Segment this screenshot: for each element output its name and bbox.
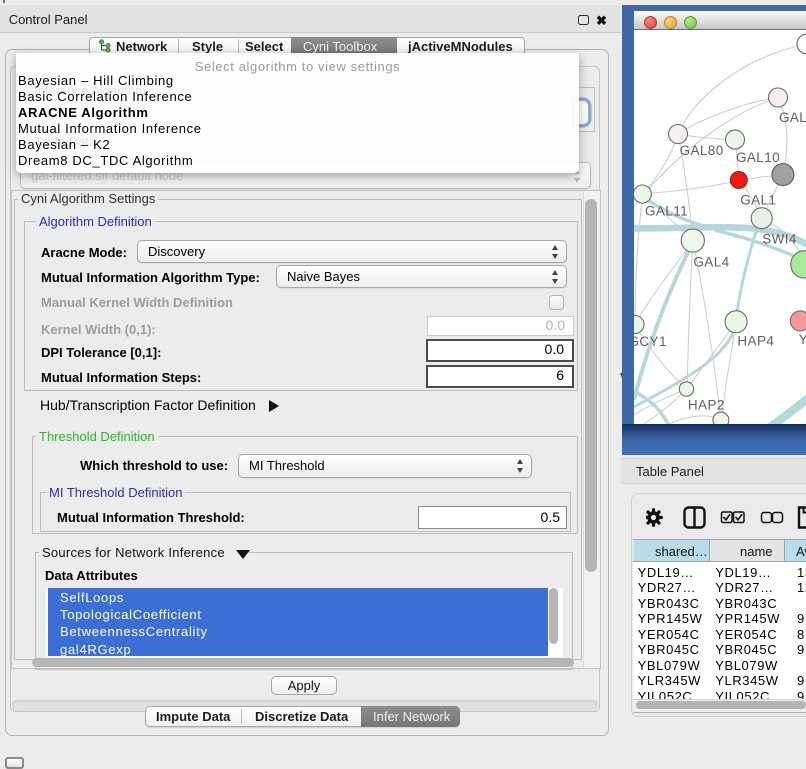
svg-text:GAL11: GAL11 — [645, 204, 688, 219]
svg-text:GAL7: GAL7 — [779, 110, 806, 125]
svg-text:Y: Y — [799, 332, 806, 347]
svg-text:GAL10: GAL10 — [736, 150, 780, 165]
svg-text:GCY1: GCY1 — [634, 334, 667, 349]
svg-text:HAP4: HAP4 — [737, 334, 774, 349]
svg-text:SWI4: SWI4 — [762, 231, 797, 246]
svg-text:GAL1: GAL1 — [740, 193, 776, 208]
svg-text:GAL4: GAL4 — [693, 255, 729, 270]
svg-text:GAL80: GAL80 — [680, 143, 724, 158]
svg-text:HAP2: HAP2 — [688, 397, 725, 412]
